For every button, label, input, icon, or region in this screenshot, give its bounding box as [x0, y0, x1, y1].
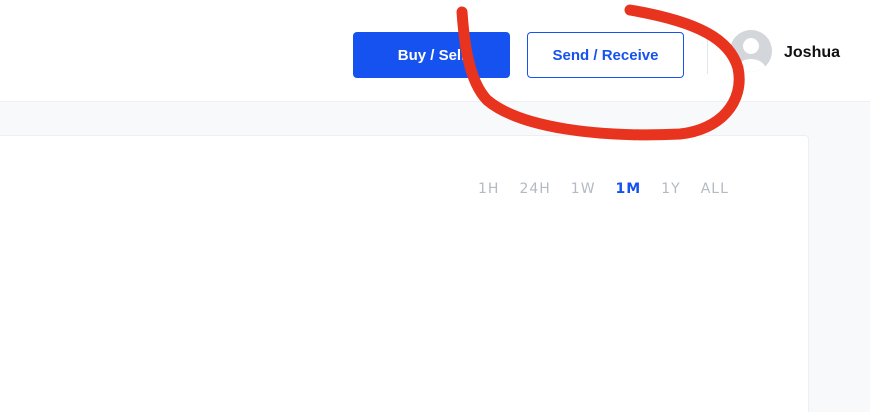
top-header: Buy / Sell Send / Receive Joshua	[0, 0, 870, 102]
page: Buy / Sell Send / Receive Joshua 1H 24H …	[0, 0, 870, 412]
buy-sell-button[interactable]: Buy / Sell	[353, 32, 510, 78]
avatar[interactable]	[730, 30, 772, 72]
range-tab-1w[interactable]: 1W	[571, 181, 596, 197]
range-tab-1y[interactable]: 1Y	[661, 181, 680, 197]
send-receive-button[interactable]: Send / Receive	[527, 32, 684, 78]
range-tab-all[interactable]: ALL	[701, 181, 729, 197]
header-divider	[707, 38, 708, 74]
time-range-tabs: 1H 24H 1W 1M 1Y ALL	[478, 181, 749, 197]
chart-card	[0, 135, 809, 412]
range-tab-1m[interactable]: 1M	[616, 181, 642, 197]
range-tab-1h[interactable]: 1H	[478, 181, 499, 197]
user-avatar-icon	[730, 30, 772, 72]
user-name[interactable]: Joshua	[784, 44, 840, 62]
range-tab-24h[interactable]: 24H	[519, 181, 550, 197]
